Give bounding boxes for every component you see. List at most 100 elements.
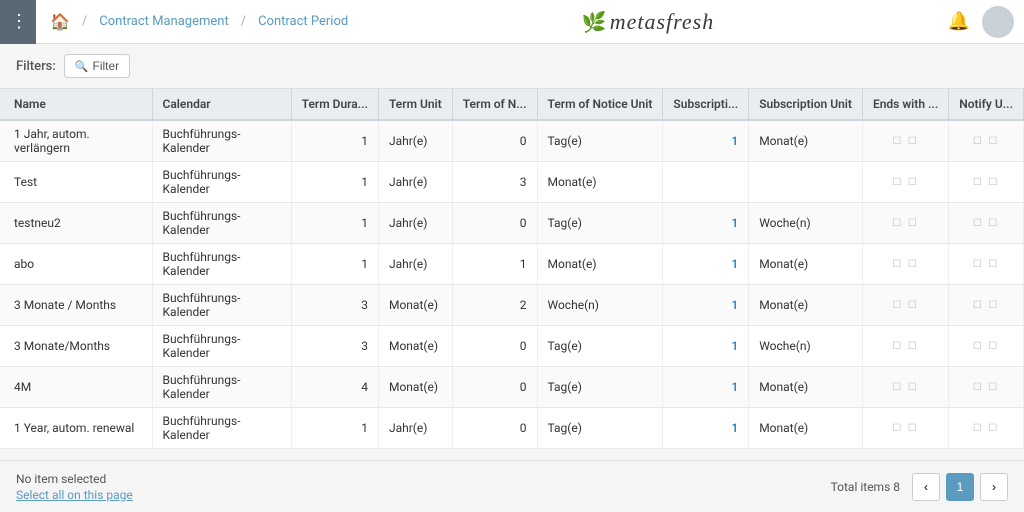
- table-cell: Buchführungs-Kalender: [152, 408, 291, 449]
- table-cell: Monat(e): [537, 244, 663, 285]
- col-subscription[interactable]: Subscripti...: [663, 89, 749, 120]
- page-prev-button[interactable]: ‹: [912, 473, 940, 501]
- breadcrumb-sep-2: /: [241, 14, 246, 29]
- table-row[interactable]: 4MBuchführungs-Kalender4Monat(e)0Tag(e)1…: [0, 367, 1024, 408]
- table-cell: ☐ ☐: [949, 326, 1024, 367]
- table-cell: ☐ ☐: [862, 120, 948, 162]
- col-ends-with[interactable]: Ends with ...: [862, 89, 948, 120]
- col-term-of-notice[interactable]: Term of N...: [452, 89, 537, 120]
- col-name[interactable]: Name: [0, 89, 152, 120]
- table-cell: 0: [452, 367, 537, 408]
- logo-text: metasfresh: [610, 9, 715, 35]
- table-cell: ☐ ☐: [862, 203, 948, 244]
- table-row[interactable]: 3 Monate/MonthsBuchführungs-Kalender3Mon…: [0, 326, 1024, 367]
- bell-icon[interactable]: 🔔: [948, 11, 970, 32]
- bottom-right: Total items 8 ‹ 1 ›: [831, 473, 1008, 501]
- table-cell: 3: [452, 162, 537, 203]
- table-cell: 3 Monate/Months: [0, 326, 152, 367]
- table-cell: 1: [291, 162, 378, 203]
- table-cell: Monat(e): [378, 285, 452, 326]
- table-cell: 1: [663, 244, 749, 285]
- table-cell: 1: [291, 203, 378, 244]
- filters-bar: Filters: 🔍 Filter: [0, 44, 1024, 88]
- topbar: ⋮ 🏠 / Contract Management / Contract Per…: [0, 0, 1024, 44]
- table-cell: Jahr(e): [378, 244, 452, 285]
- home-icon[interactable]: 🏠: [50, 12, 70, 31]
- menu-icon: ⋮: [10, 11, 26, 32]
- page-current-button[interactable]: 1: [946, 473, 974, 501]
- table-cell: ☐ ☐: [862, 408, 948, 449]
- table-cell: Monat(e): [749, 285, 863, 326]
- table-cell: Tag(e): [537, 120, 663, 162]
- table-cell: ☐ ☐: [862, 162, 948, 203]
- col-term-notice-unit[interactable]: Term of Notice Unit: [537, 89, 663, 120]
- table-cell: 1: [663, 203, 749, 244]
- page-next-button[interactable]: ›: [980, 473, 1008, 501]
- table-cell: Monat(e): [378, 367, 452, 408]
- table-cell: Buchführungs-Kalender: [152, 285, 291, 326]
- select-all-link[interactable]: Select all on this page: [16, 488, 133, 502]
- table-cell: Monat(e): [749, 244, 863, 285]
- table-cell: Monat(e): [749, 120, 863, 162]
- table-cell: Jahr(e): [378, 203, 452, 244]
- table-header-row: Name Calendar Term Dura... Term Unit Ter…: [0, 89, 1024, 120]
- bottom-bar: No item selected Select all on this page…: [0, 460, 1024, 512]
- table-cell: 1: [452, 244, 537, 285]
- table-row[interactable]: aboBuchführungs-Kalender1Jahr(e)1Monat(e…: [0, 244, 1024, 285]
- total-items: Total items 8: [831, 480, 900, 494]
- avatar[interactable]: [982, 6, 1014, 38]
- table-cell: Tag(e): [537, 203, 663, 244]
- table-cell: Woche(n): [749, 326, 863, 367]
- logo: 🌿 metasfresh: [356, 9, 939, 35]
- table-cell: 4: [291, 367, 378, 408]
- breadcrumb-contract-management[interactable]: Contract Management: [99, 14, 228, 29]
- col-term-unit[interactable]: Term Unit: [378, 89, 452, 120]
- data-table: Name Calendar Term Dura... Term Unit Ter…: [0, 89, 1024, 449]
- table-cell: ☐ ☐: [949, 244, 1024, 285]
- table-cell: Buchführungs-Kalender: [152, 162, 291, 203]
- table-cell: ☐ ☐: [949, 367, 1024, 408]
- breadcrumb-contract-period[interactable]: Contract Period: [258, 14, 348, 29]
- table-cell: Tag(e): [537, 367, 663, 408]
- table-cell: 0: [452, 408, 537, 449]
- table-cell: 4M: [0, 367, 152, 408]
- table-cell: Jahr(e): [378, 120, 452, 162]
- table-row[interactable]: 3 Monate / MonthsBuchführungs-Kalender3M…: [0, 285, 1024, 326]
- filter-button[interactable]: 🔍 Filter: [64, 54, 130, 78]
- table-cell: ☐ ☐: [862, 367, 948, 408]
- menu-button[interactable]: ⋮: [0, 0, 36, 44]
- table-row[interactable]: testneu2Buchführungs-Kalender1Jahr(e)0Ta…: [0, 203, 1024, 244]
- table-cell: 1: [291, 244, 378, 285]
- table-cell: 0: [452, 326, 537, 367]
- table-cell: [663, 162, 749, 203]
- table-row[interactable]: 1 Jahr, autom. verlängernBuchführungs-Ka…: [0, 120, 1024, 162]
- table-row[interactable]: TestBuchführungs-Kalender1Jahr(e)3Monat(…: [0, 162, 1024, 203]
- col-subscription-unit[interactable]: Subscription Unit: [749, 89, 863, 120]
- table-cell: 3: [291, 326, 378, 367]
- table-row[interactable]: 1 Year, autom. renewalBuchführungs-Kalen…: [0, 408, 1024, 449]
- table-cell: 1: [663, 285, 749, 326]
- table-cell: Test: [0, 162, 152, 203]
- table-cell: ☐ ☐: [949, 120, 1024, 162]
- table-cell: ☐ ☐: [949, 203, 1024, 244]
- table-cell: Woche(n): [537, 285, 663, 326]
- table-cell: 1 Year, autom. renewal: [0, 408, 152, 449]
- table-cell: Tag(e): [537, 326, 663, 367]
- topbar-icons: 🔔: [948, 6, 1014, 38]
- table-cell: 3 Monate / Months: [0, 285, 152, 326]
- table-cell: 1: [663, 408, 749, 449]
- col-notify-u[interactable]: Notify U...: [949, 89, 1024, 120]
- no-item-selected: No item selected: [16, 472, 133, 486]
- table-cell: Monat(e): [749, 408, 863, 449]
- col-calendar[interactable]: Calendar: [152, 89, 291, 120]
- table-cell: 1: [291, 120, 378, 162]
- table-cell: 3: [291, 285, 378, 326]
- table-cell: 1: [291, 408, 378, 449]
- table-cell: Jahr(e): [378, 162, 452, 203]
- table-cell: Jahr(e): [378, 408, 452, 449]
- col-term-duration[interactable]: Term Dura...: [291, 89, 378, 120]
- table-cell: [749, 162, 863, 203]
- breadcrumb-sep-1: /: [82, 14, 87, 29]
- logo-leaf-icon: 🌿: [582, 10, 607, 34]
- table-cell: Buchführungs-Kalender: [152, 367, 291, 408]
